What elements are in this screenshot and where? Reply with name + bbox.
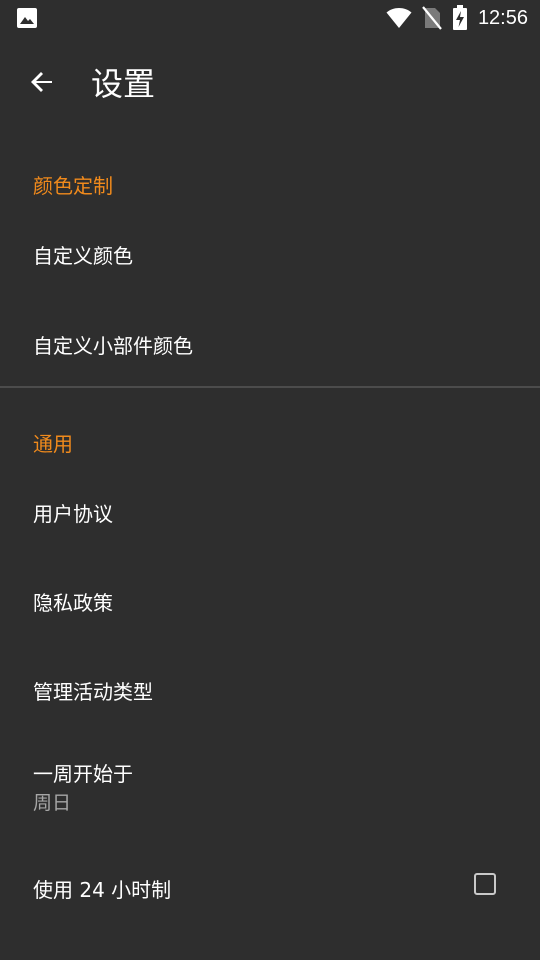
no-sim-icon xyxy=(422,6,442,30)
status-icons: 12:56 xyxy=(386,0,528,36)
pref-24-hour-format[interactable]: 使用 24 小时制 xyxy=(0,842,540,934)
section-divider xyxy=(0,386,540,388)
pref-custom-widget-colors[interactable]: 自定义小部件颜色 xyxy=(0,298,540,386)
pref-title: 隐私政策 xyxy=(33,591,113,615)
pref-manage-activity-types[interactable]: 管理活动类型 xyxy=(0,644,540,732)
wifi-icon xyxy=(386,7,412,29)
back-button[interactable] xyxy=(20,62,64,106)
pref-title: 管理活动类型 xyxy=(33,680,153,704)
pref-title: 自定义小部件颜色 xyxy=(33,334,193,358)
24-hour-checkbox[interactable] xyxy=(474,873,496,895)
pref-title: 自定义颜色 xyxy=(33,244,133,268)
status-bar: 12:56 xyxy=(0,0,540,36)
section-header-general: 通用 xyxy=(33,432,73,456)
pref-week-start[interactable]: 一周开始于 周日 xyxy=(0,732,540,842)
toolbar: 设置 xyxy=(0,36,540,132)
pref-title: 使用 24 小时制 xyxy=(33,878,172,902)
arrow-left-icon xyxy=(28,68,56,100)
pref-custom-colors[interactable]: 自定义颜色 xyxy=(0,210,540,298)
battery-charging-icon xyxy=(452,5,468,31)
pref-title: 用户协议 xyxy=(33,502,113,526)
pref-title: 一周开始于 xyxy=(33,762,133,786)
page-title: 设置 xyxy=(91,65,156,103)
pref-user-agreement[interactable]: 用户协议 xyxy=(0,468,540,556)
pref-summary: 周日 xyxy=(33,792,72,814)
image-notification-icon xyxy=(16,7,38,29)
section-header-color: 颜色定制 xyxy=(33,174,113,198)
pref-privacy-policy[interactable]: 隐私政策 xyxy=(0,556,540,644)
status-time: 12:56 xyxy=(477,6,528,29)
